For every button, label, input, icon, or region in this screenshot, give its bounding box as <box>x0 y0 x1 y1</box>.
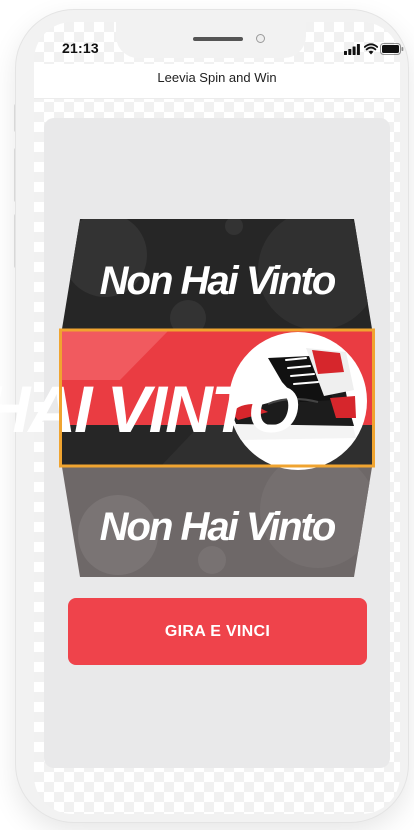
app-header: Leevia Spin and Win <box>34 64 400 99</box>
spin-and-win-button[interactable]: GIRA E VINCI <box>68 598 367 665</box>
battery-icon <box>380 43 404 55</box>
page-title: Leevia Spin and Win <box>157 70 277 85</box>
wifi-icon <box>364 43 378 55</box>
reel-label-top: Non Hai Vinto <box>100 259 336 303</box>
reel-label-bottom: Non Hai Vinto <box>100 505 336 549</box>
reel-segment-bottom: Non Hai Vinto <box>62 467 372 577</box>
status-time: 21:13 <box>62 40 99 56</box>
status-bar: 21:13 <box>34 40 404 62</box>
reel-segment-top: Non Hai Vinto <box>62 219 372 329</box>
reel-label-center: HAI VINTO <box>0 372 299 446</box>
signal-icon <box>344 44 360 55</box>
